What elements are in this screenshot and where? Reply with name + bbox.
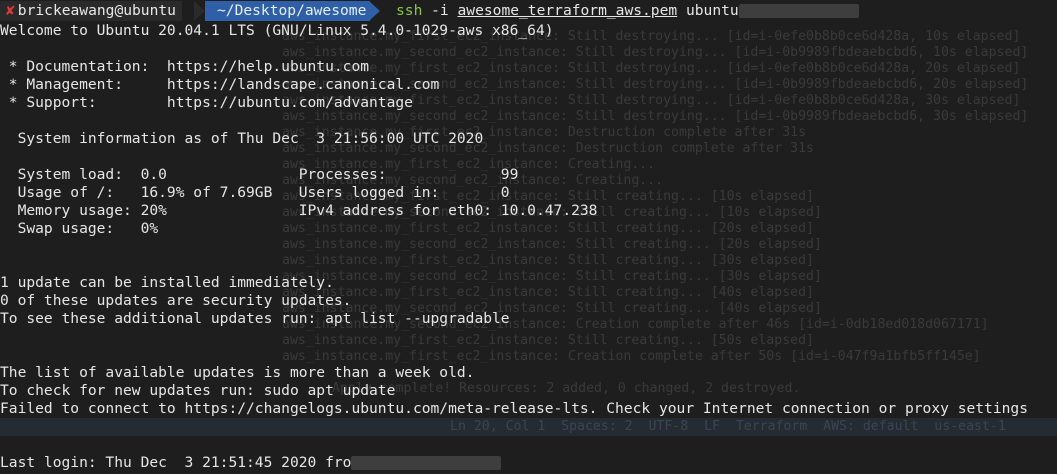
system-load-line: System load: 0.0 Processes: 99 <box>0 166 519 183</box>
memory-usage-line: Memory usage: 20% IPv4 address for eth0:… <box>0 202 598 219</box>
list-old-line: The list of available updates is more th… <box>0 364 475 381</box>
ghost-line: aws_instance.my_second_ec2_instance: Sti… <box>282 45 1029 60</box>
command-binary: ssh <box>396 2 423 19</box>
ghost-line: aws_instance.my_first_ec2_instance: Stil… <box>282 61 1021 76</box>
check-updates-line: To check for new updates run: sudo apt u… <box>0 382 396 399</box>
statusbar-ghost-text: Ln 20, Col 1 Spaces: 2 UTF-8 LF Terrafor… <box>450 419 1006 434</box>
redacted-hostname <box>738 4 859 18</box>
background-statusbar-ghost: Ln 20, Col 1 Spaces: 2 UTF-8 LF Terrafor… <box>0 418 1057 436</box>
command-key-file[interactable]: awesome_terraform_aws.pem <box>458 2 678 19</box>
swap-usage-line: Swap usage: 0% <box>0 220 159 237</box>
ghost-line: aws_instance.my_second_ec2_instance: Sti… <box>282 237 822 252</box>
powerline-separator-icon <box>369 1 380 21</box>
management-line: * Management: https://landscape.canonica… <box>0 76 440 93</box>
prompt-path-segment: ~/Desktop/awesome <box>205 1 371 21</box>
ghost-line: aws_instance.my_first_ec2_instance: Stil… <box>282 333 814 348</box>
last-login-text: Last login: Thu Dec 3 21:51:45 2020 fro <box>0 454 352 471</box>
command-target: ubuntu <box>677 2 739 19</box>
welcome-line: Welcome to Ubuntu 20.04.1 LTS (GNU/Linux… <box>0 22 554 39</box>
ghost-line: aws_instance.my_first_ec2_instance: Stil… <box>282 221 814 236</box>
prompt-path: ~/Desktop/awesome <box>217 2 367 19</box>
ghost-line: aws_instance.my_first_ec2_instance: Crea… <box>282 349 981 364</box>
changelog-error-line: Failed to connect to https://changelogs.… <box>0 400 1028 417</box>
ghost-line: Apply complete! Resources: 2 added, 0 ch… <box>332 381 801 396</box>
security-updates-line: 0 of these updates are security updates. <box>0 292 352 309</box>
command-line[interactable]: ssh -i awesome_terraform_aws.pem ubuntu <box>396 1 859 21</box>
prompt-user-segment: ✘ brickeawang@ubuntu <box>0 1 182 21</box>
support-line: * Support: https://ubuntu.com/advantage <box>0 94 413 111</box>
command-flag: -i <box>422 2 458 19</box>
powerline-separator-icon <box>194 1 205 21</box>
terminal-window[interactable]: aws_instance.my_first_ec2_instance: Stil… <box>0 0 1057 474</box>
ghost-line: aws_instance.my_second_ec2_instance: Sti… <box>282 269 822 284</box>
shell-prompt: ✘ brickeawang@ubuntu ~/Desktop/awesome ss… <box>0 0 1057 22</box>
last-login-line: Last login: Thu Dec 3 21:51:45 2020 fro <box>0 454 502 472</box>
system-info-heading: System information as of Thu Dec 3 21:56… <box>0 130 484 147</box>
redacted-login-source <box>351 456 502 470</box>
documentation-line: * Documentation: https://help.ubuntu.com <box>0 58 370 75</box>
updates-available-line: 1 update can be installed immediately. <box>0 274 334 291</box>
disk-usage-line: Usage of /: 16.9% of 7.69GB Users logged… <box>0 184 510 201</box>
upgradable-hint-line: To see these additional updates run: apt… <box>0 310 510 327</box>
ghost-line: aws_instance.my_first_ec2_instance: Stil… <box>282 253 814 268</box>
ghost-line: aws_instance.my_first_ec2_instance: Stil… <box>282 285 814 300</box>
prompt-user-host: brickeawang@ubuntu <box>17 2 176 19</box>
error-status-icon: ✘ <box>6 2 15 19</box>
